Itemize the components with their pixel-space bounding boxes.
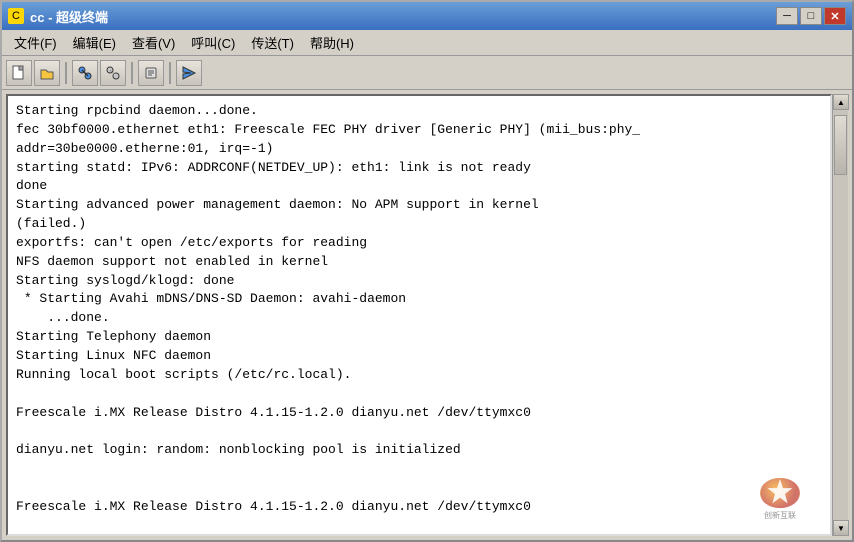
scrollbar-thumb[interactable] xyxy=(834,115,847,175)
watermark-label: 创新互联 xyxy=(764,510,796,522)
toolbar-separator-3 xyxy=(169,62,171,84)
menu-edit[interactable]: 编辑(E) xyxy=(65,30,124,55)
window-icon: C xyxy=(8,8,24,24)
main-window: C cc - 超级终端 ─ □ ✕ 文件(F) 编辑(E) 查看(V) 呼叫(C… xyxy=(0,0,854,542)
menubar: 文件(F) 编辑(E) 查看(V) 呼叫(C) 传送(T) 帮助(H) xyxy=(2,30,852,56)
scrollbar-track[interactable] xyxy=(833,110,848,520)
menu-transfer[interactable]: 传送(T) xyxy=(243,30,302,55)
scrollbar: ▲ ▼ xyxy=(832,94,848,536)
scrollbar-up-button[interactable]: ▲ xyxy=(833,94,849,110)
watermark: 创新互联 xyxy=(754,478,806,522)
toolbar-disconnect-button[interactable] xyxy=(100,60,126,86)
toolbar-open-button[interactable] xyxy=(34,60,60,86)
terminal[interactable]: Starting rpcbind daemon...done. fec 30bf… xyxy=(6,94,832,536)
toolbar-send-button[interactable] xyxy=(176,60,202,86)
maximize-button[interactable]: □ xyxy=(800,7,822,25)
watermark-circle xyxy=(760,478,800,508)
menu-file[interactable]: 文件(F) xyxy=(6,30,65,55)
toolbar-new-button[interactable] xyxy=(6,60,32,86)
terminal-wrapper: Starting rpcbind daemon...done. fec 30bf… xyxy=(2,90,852,540)
titlebar: C cc - 超级终端 ─ □ ✕ xyxy=(2,2,852,30)
toolbar-separator-2 xyxy=(131,62,133,84)
menu-call[interactable]: 呼叫(C) xyxy=(183,30,243,55)
toolbar xyxy=(2,56,852,90)
toolbar-separator-1 xyxy=(65,62,67,84)
toolbar-properties-button[interactable] xyxy=(138,60,164,86)
menu-help[interactable]: 帮助(H) xyxy=(302,30,362,55)
scrollbar-down-button[interactable]: ▼ xyxy=(833,520,849,536)
close-button[interactable]: ✕ xyxy=(824,7,846,25)
toolbar-connect-button[interactable] xyxy=(72,60,98,86)
menu-view[interactable]: 查看(V) xyxy=(124,30,183,55)
minimize-button[interactable]: ─ xyxy=(776,7,798,25)
window-controls: ─ □ ✕ xyxy=(776,7,846,25)
terminal-content: Starting rpcbind daemon...done. fec 30bf… xyxy=(16,102,822,536)
window-title: cc - 超级终端 xyxy=(30,7,770,26)
